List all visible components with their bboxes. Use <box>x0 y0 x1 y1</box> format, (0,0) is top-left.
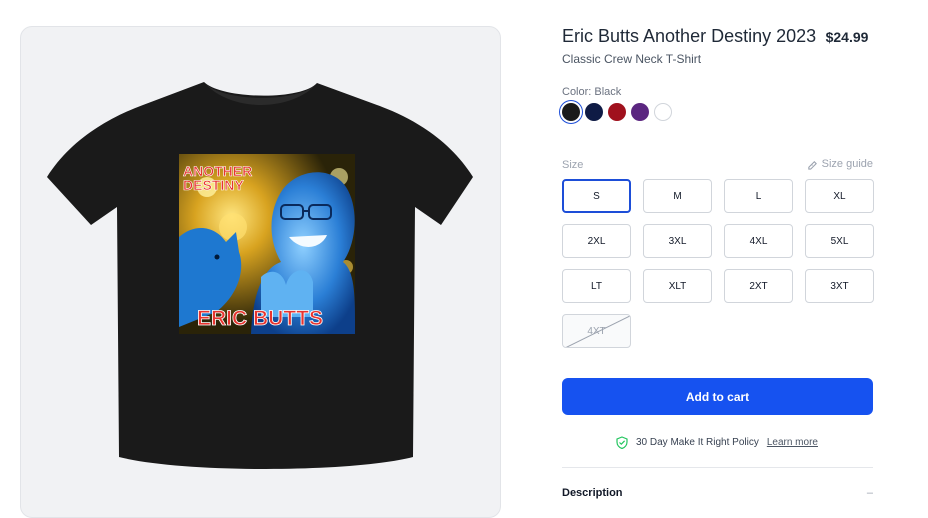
color-swatch-black[interactable] <box>562 103 580 121</box>
tshirt-image: ANOTHER DESTINY ERIC BUTTS <box>47 82 473 469</box>
size-option-label: XL <box>833 190 846 202</box>
learn-more-link[interactable]: Learn more <box>767 437 818 448</box>
product-title: Eric Butts Another Destiny 2023 <box>562 26 817 46</box>
size-option-label: 4XL <box>749 235 768 247</box>
size-option-l[interactable]: L <box>724 179 793 213</box>
size-option-2xl[interactable]: 2XL <box>562 224 631 258</box>
color-swatch-navy[interactable] <box>585 103 603 121</box>
product-image-panel[interactable]: ANOTHER DESTINY ERIC BUTTS <box>20 26 501 518</box>
size-guide-link[interactable]: Size guide <box>807 158 873 170</box>
size-option-label: 2XL <box>587 235 606 247</box>
size-guide-label: Size guide <box>821 158 873 170</box>
size-option-4xt-unavailable[interactable]: 4XT <box>562 314 631 348</box>
description-label: Description <box>562 487 623 499</box>
product-price: $24.99 <box>825 29 869 45</box>
shield-check-icon <box>616 436 628 449</box>
size-option-xlt[interactable]: XLT <box>643 269 712 303</box>
size-options: S M L XL 2XL 3XL 4XL 5XL LT XLT 2XT 3XT … <box>562 179 874 348</box>
size-label: Size <box>562 159 584 171</box>
ruler-icon <box>807 160 817 170</box>
size-option-label: 3XL <box>668 235 687 247</box>
size-option-label: S <box>593 190 600 202</box>
print-text-destiny: DESTINY <box>183 177 244 193</box>
size-option-5xl[interactable]: 5XL <box>805 224 874 258</box>
policy-row: 30 Day Make It Right Policy Learn more <box>616 436 818 449</box>
color-label: Color: Black <box>562 86 622 98</box>
print-text-eric-butts: ERIC BUTTS <box>197 307 323 330</box>
description-toggle[interactable]: Description – <box>562 487 873 499</box>
size-option-xl[interactable]: XL <box>805 179 874 213</box>
product-subtitle: Classic Crew Neck T-Shirt <box>562 52 702 66</box>
title-row: Eric Butts Another Destiny 2023 $24.99 <box>562 26 882 47</box>
add-to-cart-button[interactable]: Add to cart <box>562 378 873 415</box>
size-option-3xt[interactable]: 3XT <box>805 269 874 303</box>
size-option-label: XLT <box>668 280 687 292</box>
size-option-3xl[interactable]: 3XL <box>643 224 712 258</box>
collapse-icon: – <box>866 487 873 499</box>
size-option-s[interactable]: S <box>562 179 631 213</box>
size-option-lt[interactable]: LT <box>562 269 631 303</box>
strikethrough-line <box>565 315 630 347</box>
size-option-2xt[interactable]: 2XT <box>724 269 793 303</box>
color-swatch-red[interactable] <box>608 103 626 121</box>
size-option-label: LT <box>591 280 602 292</box>
size-option-label: 2XT <box>749 280 768 292</box>
size-option-label: 3XT <box>830 280 849 292</box>
size-option-4xl[interactable]: 4XL <box>724 224 793 258</box>
color-swatch-white[interactable] <box>654 103 672 121</box>
divider <box>562 467 873 468</box>
size-option-label: M <box>673 190 682 202</box>
size-option-label: 5XL <box>830 235 849 247</box>
color-swatch-purple[interactable] <box>631 103 649 121</box>
color-swatches <box>562 103 672 121</box>
size-option-label: L <box>755 190 762 202</box>
size-option-m[interactable]: M <box>643 179 712 213</box>
policy-text: 30 Day Make It Right Policy <box>636 437 759 448</box>
